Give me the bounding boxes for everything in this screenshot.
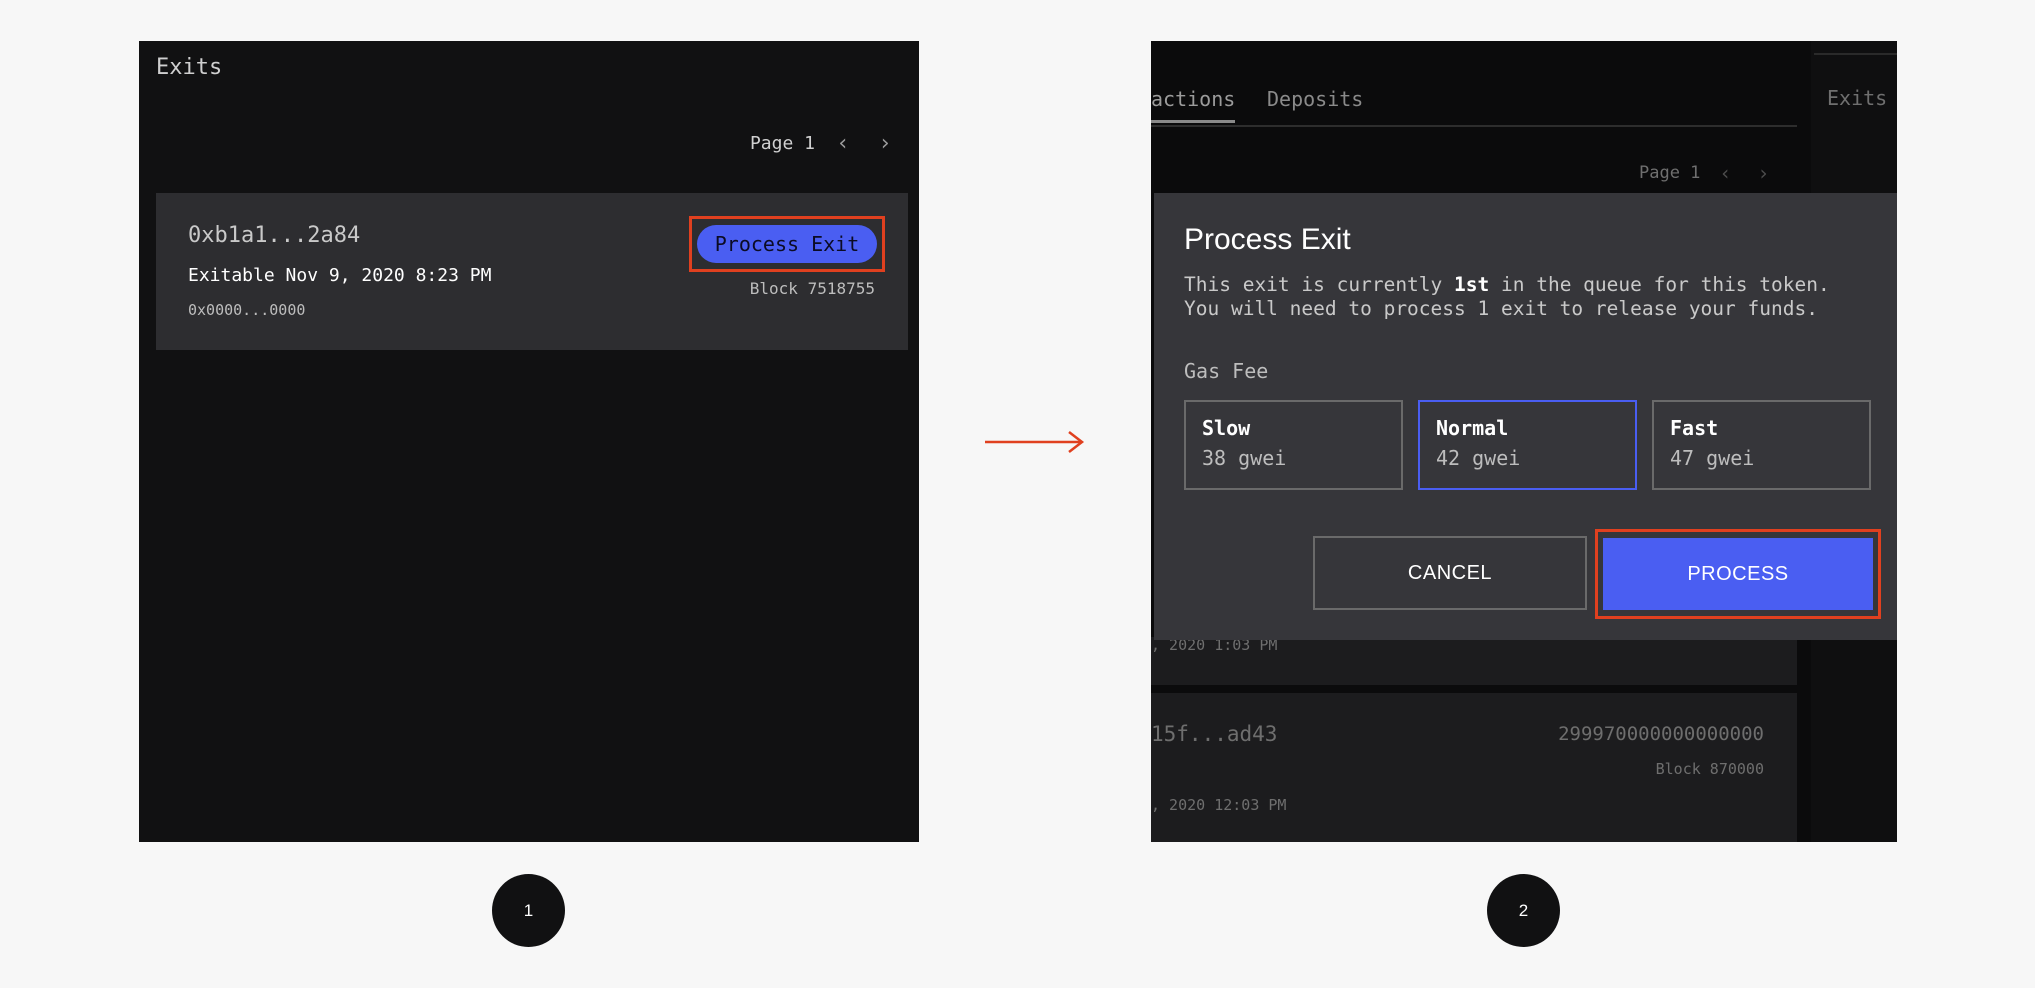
chevron-right-icon[interactable]: › (871, 131, 899, 156)
divider (1814, 53, 1897, 55)
pagination: Page 1 ‹ › (750, 131, 899, 156)
tab-deposits[interactable]: Deposits (1267, 87, 1363, 111)
exitable-date: Exitable Nov 9, 2020 8:23 PM (188, 265, 492, 286)
row-block: Block 870000 (1655, 760, 1764, 778)
gas-option-name: Normal (1436, 416, 1509, 440)
pagination: Page 1 ‹ › (1639, 161, 1776, 185)
step-2-badge: 2 (1487, 874, 1560, 947)
page-label: Page 1 (749, 133, 815, 154)
step-1-badge: 1 (492, 874, 565, 947)
queue-position: 1st (1454, 273, 1490, 296)
arrow-right-icon (985, 431, 1085, 453)
exit-card: 0xb1a1...2a84 Exitable Nov 9, 2020 8:23 … (156, 193, 908, 350)
highlight-box: Process Exit (689, 216, 885, 272)
row-hash: 15f...ad43 (1151, 722, 1278, 746)
gas-option-name: Slow (1202, 416, 1251, 440)
gas-option-name: Fast (1670, 416, 1719, 440)
modal-title: Process Exit (1184, 223, 1351, 256)
tab-bar: actions Deposits (1151, 83, 1797, 127)
exit-hash: 0xb1a1...2a84 (188, 223, 361, 248)
step1-screen: Exits Page 1 ‹ › 0xb1a1...2a84 Exitable … (139, 41, 919, 842)
chevron-right-icon[interactable]: › (1750, 161, 1776, 185)
gas-option-normal[interactable]: Normal 42 gwei (1418, 400, 1637, 490)
highlight-box: PROCESS (1595, 529, 1881, 619)
page-label: Page 1 (1639, 163, 1701, 183)
exits-title: Exits (156, 55, 223, 80)
modal-description: This exit is currently 1st in the queue … (1184, 273, 1830, 320)
tab-transactions[interactable]: actions (1151, 87, 1236, 123)
chevron-left-icon[interactable]: ‹ (1712, 161, 1738, 185)
process-exit-button[interactable]: Process Exit (697, 225, 877, 263)
gas-option-value: 42 gwei (1436, 446, 1521, 470)
sidebar-item-exits[interactable]: Exits (1827, 86, 1887, 110)
process-button[interactable]: PROCESS (1603, 538, 1873, 610)
gas-option-slow[interactable]: Slow 38 gwei (1184, 400, 1403, 490)
gas-fee-label: Gas Fee (1184, 359, 1269, 383)
row-date: , 2020 12:03 PM (1151, 796, 1287, 814)
gas-option-fast[interactable]: Fast 47 gwei (1652, 400, 1871, 490)
gas-option-value: 47 gwei (1670, 446, 1755, 470)
exit-block: Block 7518755 (749, 279, 875, 298)
gas-option-value: 38 gwei (1202, 446, 1287, 470)
step2-screen: Exits actions Deposits Page 1 ‹ › , 2020… (1151, 41, 1897, 842)
row-amount: 299970000000000000 (1558, 723, 1764, 745)
process-exit-modal: Process Exit This exit is currently 1st … (1154, 193, 1897, 640)
cancel-button[interactable]: CANCEL (1313, 536, 1587, 610)
exit-address: 0x0000...0000 (188, 301, 306, 319)
chevron-left-icon[interactable]: ‹ (829, 131, 857, 156)
